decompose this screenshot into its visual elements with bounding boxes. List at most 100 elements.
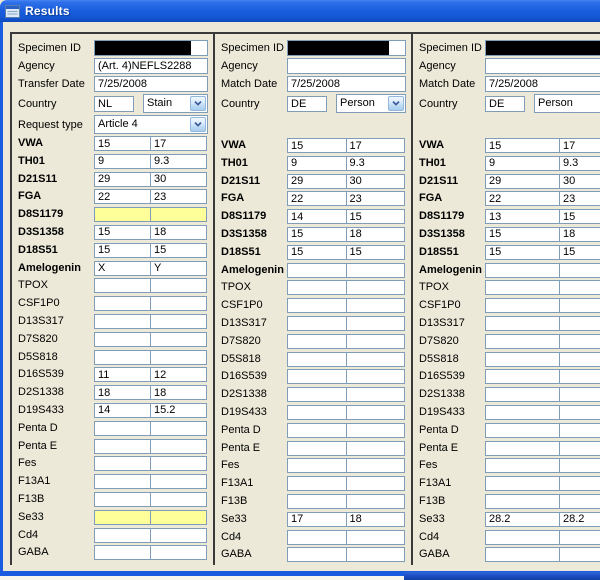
allele1-input[interactable] (287, 369, 347, 384)
allele2-input[interactable] (150, 545, 207, 560)
allele2-input[interactable] (346, 156, 406, 171)
allele1-input[interactable] (485, 494, 560, 509)
country-code-input[interactable] (287, 96, 327, 112)
match-date-input[interactable] (287, 76, 406, 92)
allele2-input[interactable] (346, 512, 406, 527)
allele1-input[interactable] (287, 494, 347, 509)
allele2-input[interactable] (346, 191, 406, 206)
allele2-input[interactable] (559, 369, 600, 384)
allele2-input[interactable] (150, 510, 207, 525)
allele2-input[interactable] (150, 207, 207, 222)
specimen-type-select[interactable]: Person (336, 94, 406, 113)
allele2-input[interactable] (150, 332, 207, 347)
allele2-input[interactable] (346, 138, 406, 153)
allele1-input[interactable] (94, 385, 151, 400)
allele1-input[interactable] (485, 298, 560, 313)
allele2-input[interactable] (346, 280, 406, 295)
allele2-input[interactable] (346, 334, 406, 349)
allele1-input[interactable] (94, 189, 151, 204)
allele1-input[interactable] (287, 476, 347, 491)
allele1-input[interactable] (287, 191, 347, 206)
allele1-input[interactable] (287, 512, 347, 527)
allele1-input[interactable] (94, 492, 151, 507)
allele1-input[interactable] (94, 278, 151, 293)
allele2-input[interactable] (346, 298, 406, 313)
allele2-input[interactable] (150, 154, 207, 169)
allele1-input[interactable] (485, 263, 560, 278)
allele2-input[interactable] (150, 225, 207, 240)
allele1-input[interactable] (94, 332, 151, 347)
allele2-input[interactable] (150, 474, 207, 489)
allele1-input[interactable] (287, 423, 347, 438)
allele1-input[interactable] (485, 405, 560, 420)
allele2-input[interactable] (346, 530, 406, 545)
allele1-input[interactable] (485, 280, 560, 295)
allele2-input[interactable] (559, 530, 600, 545)
allele1-input[interactable] (94, 261, 151, 276)
allele2-input[interactable] (346, 227, 406, 242)
title-bar[interactable]: Results (0, 0, 600, 22)
allele2-input[interactable] (559, 316, 600, 331)
country-code-input[interactable] (485, 96, 525, 112)
allele1-input[interactable] (287, 316, 347, 331)
allele1-input[interactable] (485, 209, 560, 224)
allele1-input[interactable] (287, 174, 347, 189)
allele1-input[interactable] (485, 387, 560, 402)
specimen-type-select[interactable]: Stain (143, 94, 208, 113)
allele2-input[interactable] (346, 441, 406, 456)
allele1-input[interactable] (485, 476, 560, 491)
allele2-input[interactable] (346, 476, 406, 491)
allele1-input[interactable] (287, 298, 347, 313)
allele1-input[interactable] (287, 156, 347, 171)
allele2-input[interactable] (346, 547, 406, 562)
chevron-down-icon[interactable] (190, 96, 206, 111)
allele1-input[interactable] (485, 530, 560, 545)
allele2-input[interactable] (150, 439, 207, 454)
allele1-input[interactable] (94, 207, 151, 222)
allele2-input[interactable] (150, 296, 207, 311)
allele1-input[interactable] (485, 441, 560, 456)
allele2-input[interactable] (346, 263, 406, 278)
allele2-input[interactable] (346, 494, 406, 509)
allele2-input[interactable] (346, 174, 406, 189)
allele2-input[interactable] (559, 441, 600, 456)
allele1-input[interactable] (94, 528, 151, 543)
allele1-input[interactable] (485, 334, 560, 349)
allele2-input[interactable] (150, 314, 207, 329)
allele2-input[interactable] (559, 352, 600, 367)
allele1-input[interactable] (94, 474, 151, 489)
chevron-down-icon[interactable] (388, 96, 404, 111)
allele1-input[interactable] (287, 547, 347, 562)
country-code-input[interactable] (94, 96, 134, 112)
allele1-input[interactable] (287, 458, 347, 473)
agency-input[interactable] (485, 58, 600, 74)
allele2-input[interactable] (346, 405, 406, 420)
allele2-input[interactable] (559, 405, 600, 420)
allele1-input[interactable] (485, 423, 560, 438)
allele2-input[interactable] (346, 316, 406, 331)
allele1-input[interactable] (287, 227, 347, 242)
allele1-input[interactable] (485, 138, 560, 153)
allele2-input[interactable] (559, 512, 600, 527)
allele2-input[interactable] (150, 528, 207, 543)
allele2-input[interactable] (559, 298, 600, 313)
allele2-input[interactable] (559, 334, 600, 349)
allele2-input[interactable] (559, 476, 600, 491)
allele2-input[interactable] (150, 350, 207, 365)
allele2-input[interactable] (559, 547, 600, 562)
allele1-input[interactable] (94, 421, 151, 436)
allele2-input[interactable] (346, 369, 406, 384)
allele1-input[interactable] (485, 512, 560, 527)
allele1-input[interactable] (94, 403, 151, 418)
chevron-down-icon[interactable] (190, 117, 206, 132)
allele1-input[interactable] (287, 280, 347, 295)
allele1-input[interactable] (94, 154, 151, 169)
allele2-input[interactable] (559, 423, 600, 438)
allele2-input[interactable] (559, 245, 600, 260)
allele2-input[interactable] (150, 136, 207, 151)
match-date-input[interactable] (485, 76, 600, 92)
allele2-input[interactable] (346, 352, 406, 367)
allele2-input[interactable] (559, 174, 600, 189)
allele2-input[interactable] (150, 278, 207, 293)
allele1-input[interactable] (94, 367, 151, 382)
